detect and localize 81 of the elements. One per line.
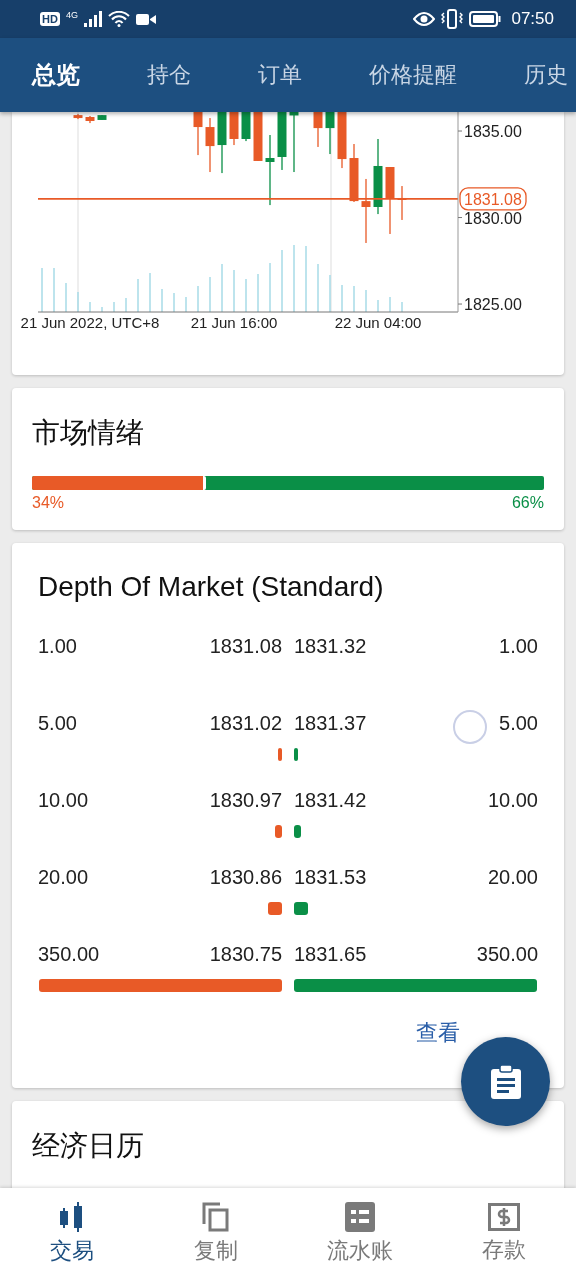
bid-price: 1831.08 [209, 634, 282, 659]
candle [277, 112, 287, 170]
candle [217, 112, 227, 174]
tab[interactable]: 历史 [524, 56, 568, 94]
hd-badge: HD [40, 12, 60, 26]
buy-percentage: 66% [511, 494, 544, 512]
price-tick-label: 1825.00 [464, 296, 522, 314]
candle [289, 112, 299, 173]
time-tick-label: 21 Jun 16:00 [190, 314, 278, 331]
candle [193, 112, 203, 156]
ask-depth-bar [294, 902, 308, 915]
bid-volume: 350.00 [38, 942, 100, 967]
bid-volume: 5.00 [38, 711, 77, 736]
time-tick-label: 21 Jun 2022, UTC+8 [20, 314, 160, 331]
ask-price: 1831.42 [294, 788, 367, 813]
candle [229, 112, 239, 146]
candlestick-icon [59, 1202, 85, 1232]
signal-icon [83, 11, 102, 27]
candle [337, 112, 347, 169]
ask-volume: 1.00 [499, 634, 538, 659]
current-price-badge: 1831.08 [459, 187, 527, 211]
bid-price: 1831.02 [209, 711, 282, 736]
card-title: 市场情绪 [32, 416, 145, 450]
ask-depth-bar [294, 825, 301, 838]
candle [205, 118, 215, 173]
nav-tab[interactable]: 交易 [0, 1188, 144, 1280]
bid-depth-bar [268, 902, 282, 915]
candle [361, 178, 371, 243]
ask-volume: 20.00 [487, 865, 538, 890]
loading-spinner-icon [452, 709, 488, 745]
copy-icon [202, 1202, 230, 1232]
ask-price: 1831.53 [294, 865, 367, 890]
sell-percentage: 34% [32, 494, 65, 512]
video-camera-icon [135, 12, 156, 26]
price-tick-label: 1830.00 [464, 209, 522, 227]
wifi-icon [107, 11, 130, 27]
clock-time: 07:50 [511, 9, 554, 29]
battery-icon [469, 11, 502, 27]
time-tick-label: 22 Jun 04:00 [334, 314, 422, 331]
vibrate-icon [441, 9, 464, 29]
card-title: 经济日历 [32, 1129, 145, 1163]
candle [325, 112, 335, 155]
price-tick-label: 1835.00 [464, 123, 522, 141]
candle [349, 144, 359, 202]
clipboard-icon [490, 1064, 521, 1099]
eye-icon [413, 12, 436, 26]
bid-price: 1830.86 [209, 865, 282, 890]
ask-price: 1831.65 [294, 942, 367, 967]
ask-price: 1831.32 [294, 634, 367, 659]
tab[interactable]: 价格提醒 [369, 56, 457, 94]
ask-volume: 5.00 [499, 711, 538, 736]
ledger-icon [345, 1202, 375, 1232]
ask-volume: 350.00 [476, 942, 538, 967]
tab[interactable]: 持仓 [147, 56, 191, 94]
nav-tab[interactable]: 存款 [432, 1188, 576, 1280]
candle [85, 116, 95, 124]
candle [241, 112, 251, 142]
ask-price: 1831.37 [294, 711, 367, 736]
bid-volume: 10.00 [38, 788, 89, 813]
bid-volume: 1.00 [38, 634, 77, 659]
bid-depth-bar [278, 748, 282, 761]
candle [313, 112, 323, 147]
candle [73, 114, 83, 120]
tab[interactable]: 总览 [32, 55, 80, 95]
bid-depth-bar [275, 825, 282, 838]
candle [97, 115, 107, 120]
bid-price: 1830.75 [209, 942, 282, 967]
nav-tab[interactable]: 复制 [144, 1188, 288, 1280]
network-type: 4G [65, 10, 78, 20]
bid-price: 1830.97 [209, 788, 282, 813]
view-more-link[interactable]: 查看 [416, 1018, 460, 1048]
tab[interactable]: 订单 [258, 56, 302, 94]
candle [385, 167, 395, 234]
ask-depth-bar [294, 748, 298, 761]
ask-volume: 10.00 [487, 788, 538, 813]
candle [253, 112, 263, 161]
card-title: Depth Of Market (Standard) [38, 571, 385, 603]
candle [265, 135, 275, 206]
nav-tab[interactable]: 流水账 [288, 1188, 432, 1280]
bid-volume: 20.00 [38, 865, 89, 890]
dollar-bill-icon [488, 1203, 520, 1231]
